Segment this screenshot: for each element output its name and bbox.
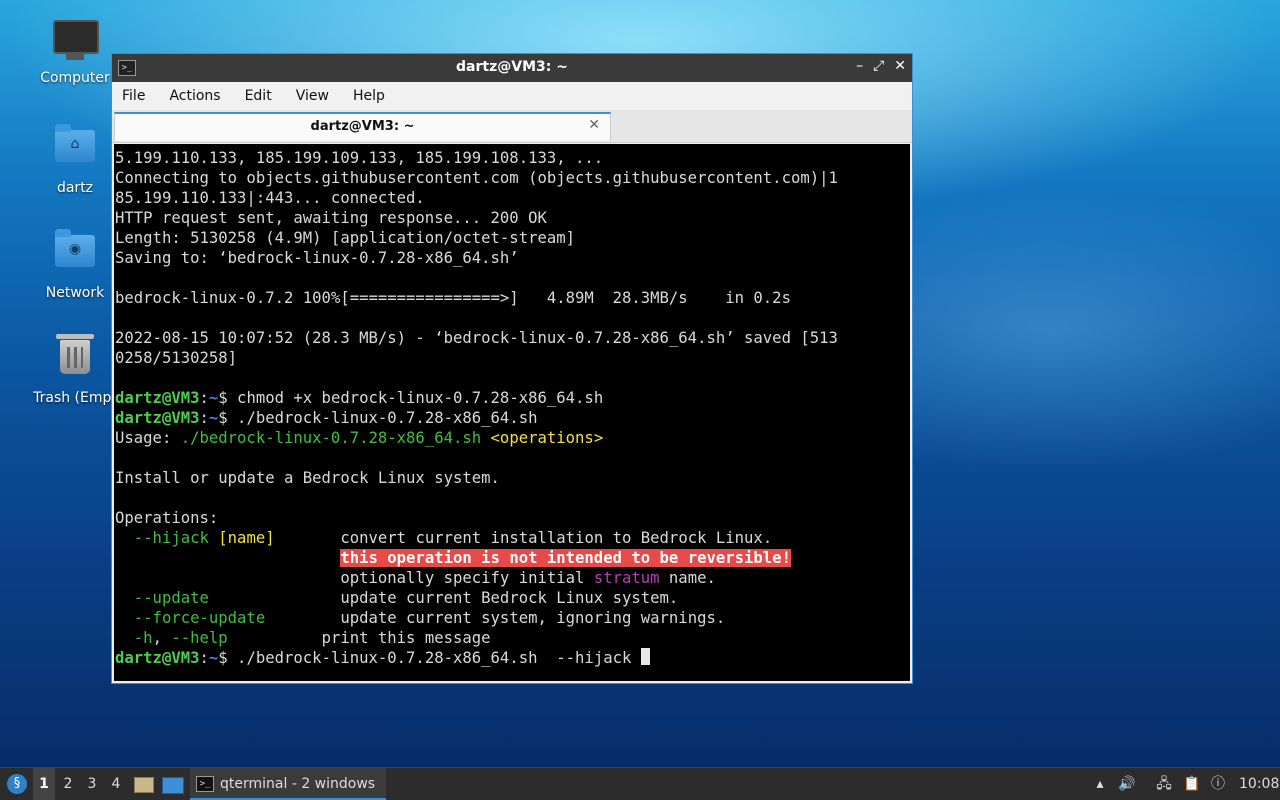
tab-close-icon[interactable]: ✕ [588, 117, 600, 133]
help-comma: , [152, 629, 162, 647]
prompt-sep: : [199, 389, 209, 407]
output-line: Saving to: ‘bedrock-linux-0.7.28-x86_64.… [115, 249, 519, 267]
output-line: Length: 5130258 (4.9M) [application/octe… [115, 229, 576, 247]
output-line: 5.199.110.133, 185.199.109.133, 185.199.… [115, 149, 604, 167]
tab-label: dartz@VM3: ~ [310, 119, 415, 134]
desktop-switch-1[interactable]: 1 [33, 768, 55, 800]
usage-label: Usage: [115, 429, 181, 447]
clipboard-icon[interactable]: 📋 [1181, 768, 1203, 800]
prompt-dir: ~ [208, 649, 219, 667]
description-text: Install or update a Bedrock Linux system… [115, 469, 500, 487]
menu-file[interactable]: File [122, 88, 145, 104]
text-cursor [640, 648, 650, 665]
prompt-end: $ [218, 409, 228, 427]
hijack-desc: convert current installation to Bedrock … [340, 529, 773, 547]
hijack-flag: --hijack [115, 529, 209, 547]
taskbar: § 1 2 3 4 >_ qterminal - 2 windows ▴ 🔊 🖧… [0, 767, 1280, 800]
usage-ops: <operations> [490, 429, 604, 447]
desktop-icon-label: dartz [56, 180, 94, 196]
menu-help[interactable]: Help [353, 88, 385, 104]
app-menu-icon: § [7, 774, 27, 794]
progress-line: bedrock-linux-0.7.2 100%[===============… [115, 289, 791, 307]
prompt-sep: : [199, 409, 209, 427]
network-icon[interactable]: 🖧 [1153, 768, 1175, 800]
command-input[interactable]: ./bedrock-linux-0.7.28-x86_64.sh --hijac… [228, 649, 641, 667]
force-update-flag: --force-update [115, 609, 266, 627]
help-flag-short: -h [115, 629, 153, 647]
menu-edit[interactable]: Edit [245, 88, 272, 104]
desktop-icon-label: Computer [40, 70, 110, 86]
desktop-icon-label: Trash (Empt [33, 390, 117, 406]
command-text: ./bedrock-linux-0.7.28-x86_64.sh [227, 409, 538, 427]
tab-terminal[interactable]: dartz@VM3: ~ ✕ [114, 112, 611, 141]
computer-icon [53, 20, 99, 64]
app-menu-button[interactable]: § [4, 768, 30, 800]
output-line: 0258/5130258] [115, 349, 238, 367]
hijack-opt-post: name. [659, 569, 716, 587]
desktop-icon-network[interactable]: ◉ Network [25, 227, 125, 301]
update-desc: update current Bedrock Linux system. [340, 589, 679, 607]
tray-arrow-icon[interactable]: ▴ [1089, 768, 1111, 800]
warning-text: this operation is not intended to be rev… [340, 549, 791, 567]
menu-actions[interactable]: Actions [169, 88, 220, 104]
output-line: HTTP request sent, awaiting response... … [115, 209, 547, 227]
desktop-switch-4[interactable]: 4 [105, 768, 127, 800]
clock[interactable]: 10:08 [1239, 768, 1279, 800]
update-notifier-icon[interactable]: ⓘ [1207, 768, 1229, 800]
output-line: Connecting to objects.githubusercontent.… [115, 169, 838, 187]
network-folder-icon: ◉ [53, 229, 97, 279]
prompt-dir: ~ [208, 389, 219, 407]
terminal-icon: >_ [196, 776, 214, 792]
output-line: 2022-08-15 10:07:52 (28.3 MB/s) - ‘bedro… [115, 329, 838, 347]
tab-bar: dartz@VM3: ~ ✕ [112, 110, 912, 143]
usage-script: ./bedrock-linux-0.7.28-x86_64.sh [180, 429, 482, 447]
help-flag-long: --help [161, 629, 228, 647]
maximize-button[interactable]: ⤢ [873, 58, 884, 74]
desktop-icon-home[interactable]: ⌂ dartz [25, 122, 125, 196]
desktop-switch-3[interactable]: 3 [81, 768, 103, 800]
trash-icon [53, 334, 97, 384]
stratum-word: stratum [593, 569, 660, 587]
terminal-window: >_ dartz@VM3: ~ – ⤢ ✕ File Actions Edit … [111, 53, 913, 684]
close-button[interactable]: ✕ [894, 58, 906, 74]
command-text: chmod +x bedrock-linux-0.7.28-x86_64.sh [227, 389, 604, 407]
force-update-desc: update current system, ignoring warnings… [340, 609, 726, 627]
minimize-button[interactable]: – [856, 58, 863, 74]
prompt-dir: ~ [208, 409, 219, 427]
prompt-user: dartz@VM3 [115, 389, 200, 407]
update-flag: --update [115, 589, 209, 607]
volume-icon[interactable]: 🔊 [1116, 768, 1138, 800]
taskbar-task-qterminal[interactable]: >_ qterminal - 2 windows [190, 768, 386, 800]
terminal-output[interactable]: 5.199.110.133, 185.199.109.133, 185.199.… [114, 144, 910, 681]
desktop-icon-label: Network [45, 285, 105, 301]
prompt-end: $ [218, 389, 228, 407]
window-titlebar[interactable]: >_ dartz@VM3: ~ – ⤢ ✕ [112, 54, 912, 82]
output-line: 85.199.110.133|:443... connected. [115, 189, 425, 207]
help-desc: print this message [321, 629, 491, 647]
menubar: File Actions Edit View Help [112, 82, 912, 110]
show-desktop-icon[interactable] [162, 768, 184, 800]
prompt-user: dartz@VM3 [115, 409, 200, 427]
file-manager-icon[interactable] [134, 768, 154, 800]
home-folder-icon: ⌂ [53, 124, 97, 174]
task-label: qterminal - 2 windows [220, 776, 376, 792]
desktop-icon-trash[interactable]: Trash (Empt [25, 332, 125, 406]
prompt-sep: : [199, 649, 209, 667]
menu-view[interactable]: View [296, 88, 329, 104]
hijack-opt-pre: optionally specify initial [340, 569, 594, 587]
operations-header: Operations: [115, 509, 219, 527]
hijack-arg: [name] [218, 529, 275, 547]
prompt-user: dartz@VM3 [115, 649, 200, 667]
desktop-switch-2[interactable]: 2 [57, 768, 79, 800]
prompt-end: $ [218, 649, 228, 667]
desktop-icon-computer[interactable]: Computer [25, 18, 125, 86]
window-title: dartz@VM3: ~ [456, 59, 568, 75]
